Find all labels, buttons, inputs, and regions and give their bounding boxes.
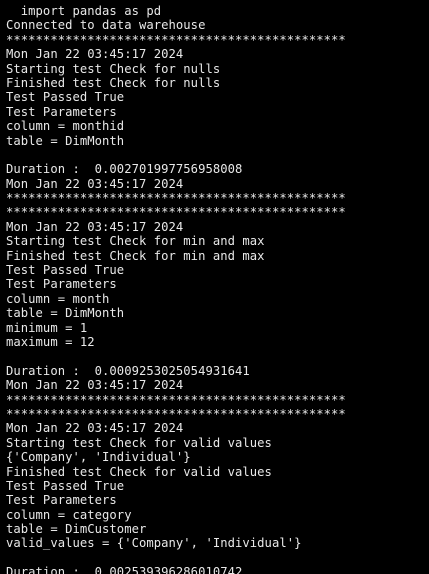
terminal-line-timestamp: Mon Jan 22 03:45:17 2024 [6, 421, 184, 436]
terminal-line-test-parameters: Test Parameters [6, 277, 117, 292]
terminal-separator: ****************************************… [6, 205, 346, 220]
terminal-line-finish-test: Finished test Check for nulls [6, 75, 221, 90]
terminal-line-import: import pandas as pd [6, 4, 162, 18]
terminal-line-parameter: column = category [6, 507, 132, 522]
terminal-line-parameter: valid_values = {'Company', 'Individual'} [6, 536, 302, 551]
terminal-separator: ****************************************… [6, 32, 346, 47]
terminal-line-timestamp: Mon Jan 22 03:45:17 2024 [6, 378, 184, 393]
terminal-line-start-test: Starting test Check for valid values [6, 435, 272, 450]
terminal-line-set-output: {'Company', 'Individual'} [6, 450, 191, 465]
terminal-line-parameter: table = DimMonth [6, 133, 125, 148]
terminal-line-start-test: Starting test Check for nulls [6, 61, 221, 76]
terminal-line-parameter: table = DimMonth [6, 306, 125, 321]
terminal-line-parameter: column = monthid [6, 119, 125, 134]
terminal-line-test-passed: Test Passed True [6, 90, 125, 105]
terminal-separator: ****************************************… [6, 191, 346, 206]
terminal-separator: ****************************************… [6, 406, 346, 421]
terminal-line-connected: Connected to data warehouse [6, 18, 206, 33]
terminal-line-finish-test: Finished test Check for min and max [6, 248, 265, 263]
terminal-line-timestamp: Mon Jan 22 03:45:17 2024 [6, 219, 184, 234]
terminal-line-duration: Duration : 0.002701997756958008 [6, 162, 243, 177]
terminal-output: import pandas as pd Connected to data wa… [0, 0, 429, 574]
terminal-line-start-test: Starting test Check for min and max [6, 234, 265, 249]
terminal-line-test-passed: Test Passed True [6, 478, 125, 493]
terminal-line-timestamp: Mon Jan 22 03:45:17 2024 [6, 47, 184, 62]
terminal-line-parameter: minimum = 1 [6, 320, 88, 335]
terminal-line-test-parameters: Test Parameters [6, 104, 117, 119]
terminal-line-duration: Duration : 0.002539396286010742 [6, 565, 243, 574]
terminal-line-test-passed: Test Passed True [6, 263, 125, 278]
terminal-line-duration: Duration : 0.0009253025054931641 [6, 363, 250, 378]
terminal-line-parameter: column = month [6, 291, 110, 306]
terminal-line-parameter: table = DimCustomer [6, 522, 147, 537]
terminal-line-timestamp: Mon Jan 22 03:45:17 2024 [6, 176, 184, 191]
terminal-separator: ****************************************… [6, 392, 346, 407]
terminal-line-test-parameters: Test Parameters [6, 493, 117, 508]
terminal-line-finish-test: Finished test Check for valid values [6, 464, 272, 479]
terminal-line-parameter: maximum = 12 [6, 334, 95, 349]
